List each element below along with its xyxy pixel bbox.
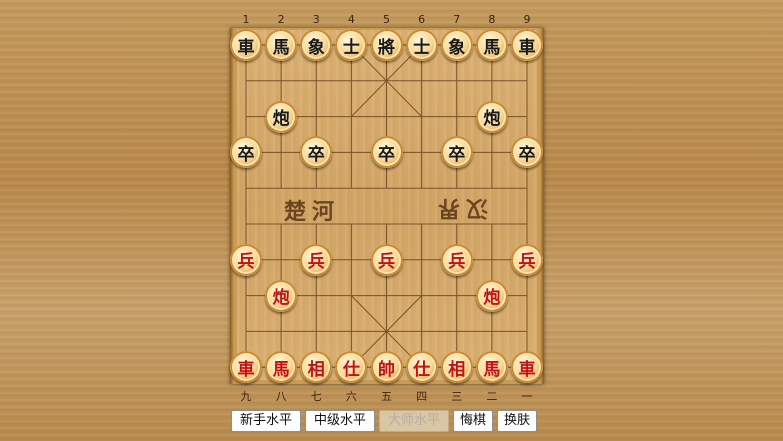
black-piece[interactable]: 卒 [370, 136, 403, 169]
black-piece[interactable]: 炮 [265, 100, 298, 133]
red-piece[interactable]: 兵 [440, 243, 473, 276]
black-piece[interactable]: 車 [230, 29, 262, 61]
skin-button[interactable]: 换肤 [497, 410, 537, 432]
red-piece[interactable]: 兵 [511, 243, 543, 276]
red-piece[interactable]: 兵 [300, 243, 333, 276]
red-piece[interactable]: 仕 [405, 351, 438, 384]
black-piece[interactable]: 車 [511, 29, 543, 61]
black-piece[interactable]: 將 [370, 29, 403, 61]
red-piece[interactable]: 兵 [370, 243, 403, 276]
red-piece[interactable]: 兵 [230, 243, 262, 276]
black-piece[interactable]: 象 [440, 29, 473, 61]
red-piece[interactable]: 相 [440, 351, 473, 384]
black-piece[interactable]: 馬 [265, 29, 298, 61]
intermediate-level-button[interactable]: 中级水平 [305, 410, 375, 432]
red-piece[interactable]: 炮 [265, 279, 298, 312]
black-piece[interactable]: 炮 [475, 100, 508, 133]
novice-level-button[interactable]: 新手水平 [231, 410, 301, 432]
red-piece[interactable]: 炮 [475, 279, 508, 312]
black-piece[interactable]: 卒 [440, 136, 473, 169]
undo-button[interactable]: 悔棋 [453, 410, 493, 432]
master-level-button[interactable]: 大师水平 [379, 410, 449, 432]
red-piece[interactable]: 帥 [370, 351, 403, 384]
river-left-text: 楚河 [284, 199, 341, 225]
red-piece[interactable]: 馬 [475, 351, 508, 384]
black-piece[interactable]: 馬 [475, 29, 508, 61]
red-piece[interactable]: 車 [230, 351, 262, 384]
red-piece[interactable]: 車 [511, 351, 543, 384]
black-piece[interactable]: 象 [300, 29, 333, 61]
black-piece[interactable]: 士 [405, 29, 438, 61]
river-right-text: 汉界 [432, 195, 489, 221]
